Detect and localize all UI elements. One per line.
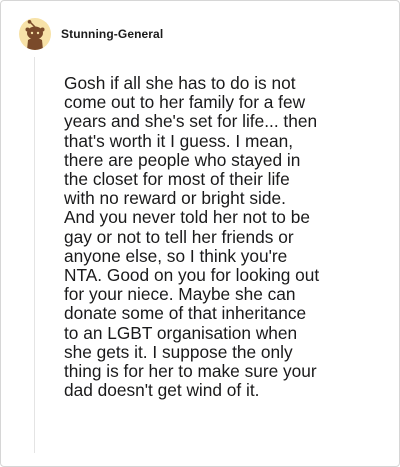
username[interactable]: Stunning-General [61,27,163,41]
snoo-avatar-icon [25,20,45,50]
user-avatar[interactable] [19,18,51,50]
thread-line[interactable] [34,57,35,453]
comment-card: Stunning-General Gosh if all she has to … [0,0,400,467]
comment-header: Stunning-General [19,17,163,51]
comment-body: Gosh if all she has to do is not come ou… [64,73,320,401]
